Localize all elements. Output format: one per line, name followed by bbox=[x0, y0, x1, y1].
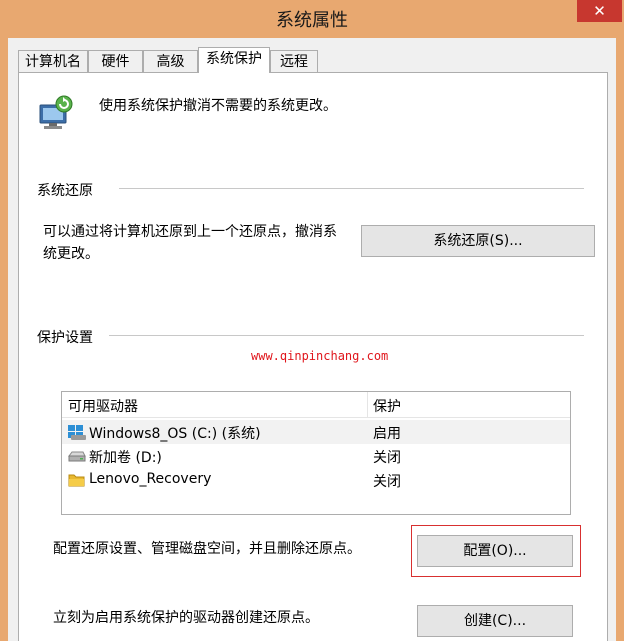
watermark-text: www.qinpinchang.com bbox=[251, 349, 389, 363]
drive-name: Lenovo_Recovery bbox=[89, 471, 212, 487]
system-drive-icon bbox=[68, 424, 86, 440]
configure-button[interactable]: 配置(O)... bbox=[417, 535, 573, 567]
close-button[interactable]: ✕ bbox=[577, 0, 622, 22]
drive-row-recovery[interactable]: Lenovo_Recovery 关闭 bbox=[62, 468, 570, 492]
drive-row-c[interactable]: Windows8_OS (C:) (系统) 启用 bbox=[62, 420, 570, 444]
group-divider bbox=[109, 335, 584, 336]
drive-protection-status: 关闭 bbox=[373, 474, 401, 490]
restore-description-line: 可以通过将计算机还原到上一个还原点，撤消系 bbox=[43, 224, 337, 240]
create-button[interactable]: 创建(C)... bbox=[417, 605, 573, 637]
dialog-client-area: 计算机名 硬件 高级 系统保护 远程 使用系统保护撤消不需要的系统更改。 系统还… bbox=[8, 38, 616, 641]
drive-protection-status: 启用 bbox=[373, 426, 401, 442]
drive-name: 新加卷 (D:) bbox=[89, 450, 162, 466]
drive-name: Windows8_OS (C:) (系统) bbox=[89, 426, 261, 442]
folder-icon bbox=[68, 472, 86, 488]
tab-hardware[interactable]: 硬件 bbox=[88, 50, 143, 73]
intro-text: 使用系统保护撤消不需要的系统更改。 bbox=[99, 98, 337, 114]
system-protection-icon bbox=[36, 93, 76, 131]
column-header-protection[interactable]: 保护 bbox=[373, 396, 401, 416]
column-separator[interactable] bbox=[367, 392, 368, 418]
configure-description: 配置还原设置、管理磁盘空间，并且删除还原点。 bbox=[53, 541, 361, 557]
system-restore-group-label: 系统还原 bbox=[37, 183, 93, 199]
tab-computer-name[interactable]: 计算机名 bbox=[18, 50, 88, 73]
drive-list[interactable]: 可用驱动器 保护 Windows8_OS (C:) (系统) 启用 新加卷 (D… bbox=[61, 391, 571, 515]
restore-description: 可以通过将计算机还原到上一个还原点，撤消系 统更改。 bbox=[43, 221, 373, 265]
drive-row-d[interactable]: 新加卷 (D:) 关闭 bbox=[62, 444, 570, 468]
restore-description-line: 统更改。 bbox=[43, 246, 99, 262]
title-bar: 系统属性 ✕ bbox=[0, 0, 624, 38]
disk-drive-icon bbox=[68, 448, 86, 464]
window-title: 系统属性 bbox=[276, 10, 348, 31]
tab-system-protection[interactable]: 系统保护 bbox=[198, 47, 270, 73]
create-description: 立刻为启用系统保护的驱动器创建还原点。 bbox=[53, 610, 319, 626]
group-divider bbox=[119, 188, 584, 189]
tab-advanced[interactable]: 高级 bbox=[143, 50, 198, 73]
drive-list-header: 可用驱动器 保护 bbox=[62, 392, 570, 418]
tab-remote[interactable]: 远程 bbox=[270, 50, 318, 73]
protection-settings-group-label: 保护设置 bbox=[37, 330, 93, 346]
system-protection-panel: 使用系统保护撤消不需要的系统更改。 系统还原 可以通过将计算机还原到上一个还原点… bbox=[18, 72, 608, 641]
column-header-drive[interactable]: 可用驱动器 bbox=[68, 396, 138, 416]
system-restore-button[interactable]: 系统还原(S)... bbox=[361, 225, 595, 257]
drive-protection-status: 关闭 bbox=[373, 450, 401, 466]
